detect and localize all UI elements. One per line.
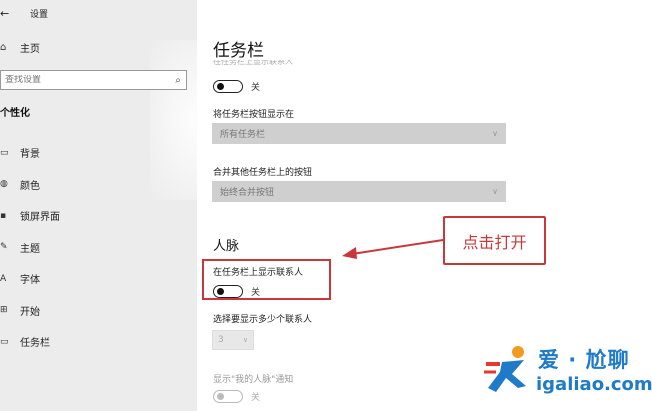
sidebar-item-themes[interactable]: ✎ 主题 — [0, 232, 197, 264]
sidebar-item-label: 颜色 — [20, 180, 40, 192]
people-heading: 人脉 — [213, 239, 240, 254]
combine-buttons-label: 合并其他任务栏上的按钮 — [213, 168, 313, 178]
back-arrow-icon[interactable]: ← — [0, 7, 14, 20]
search-icon[interactable]: ⌕ — [170, 75, 186, 86]
notify-toggle-row: 关 — [213, 390, 260, 403]
runner-logo-icon — [484, 346, 526, 392]
sidebar-item-label: 锁屏界面 — [20, 212, 60, 224]
sidebar-item-label: 背景 — [20, 149, 40, 161]
contacts-count-dropdown[interactable]: 3 ∨ — [212, 330, 254, 350]
partial-setting-label: 在任务栏上显示联系人 — [213, 60, 293, 66]
toggle-row-1: 关 — [213, 80, 260, 93]
toggle-knob — [217, 393, 224, 400]
watermark-title: 爱 · 尬聊 — [538, 348, 630, 372]
sidebar-item-start[interactable]: ⊞ 开始 — [0, 295, 197, 327]
combine-buttons-dropdown[interactable]: 始终合并按钮 ∨ — [212, 181, 506, 202]
sidebar-item-label: 字体 — [20, 275, 40, 287]
themes-icon: ✎ — [0, 242, 8, 253]
home-icon: ⌂ — [0, 42, 7, 53]
chevron-down-icon: ∨ — [492, 129, 498, 138]
toggle-knob — [217, 83, 224, 90]
watermark-logo: 爱 · 尬聊 igaliao.com — [482, 342, 652, 404]
page-title: 任务栏 — [213, 41, 264, 61]
title-bar: ← 设置 — [0, 6, 48, 20]
sidebar-nav: ▭ 背景 ◍ 颜色 ▪ 锁屏界面 ✎ 主题 A 字体 ⊞ 开始 ▭ 任务栏 — [0, 137, 197, 358]
chevron-down-icon: ∨ — [492, 187, 498, 196]
taskbar-toggle-switch[interactable] — [213, 80, 243, 93]
sidebar-item-lock-screen[interactable]: ▪ 锁屏界面 — [0, 200, 197, 232]
button-location-dropdown[interactable]: 所有任务栏 ∨ — [212, 123, 506, 144]
fonts-icon: A — [0, 273, 7, 284]
sidebar-item-home[interactable]: ⌂ 主页 — [0, 40, 40, 55]
sidebar-item-colors[interactable]: ◍ 颜色 — [0, 169, 197, 201]
colors-icon: ◍ — [0, 179, 8, 190]
notify-label: 显示"我的人脉"通知 — [213, 375, 294, 385]
taskbar-icon: ▭ — [0, 336, 9, 347]
dropdown-value: 始终合并按钮 — [220, 188, 275, 198]
dropdown-value: 所有任务栏 — [220, 130, 266, 140]
sidebar-item-label: 任务栏 — [20, 338, 50, 350]
sidebar-item-label: 主题 — [20, 243, 40, 255]
home-label: 主页 — [20, 44, 40, 55]
sidebar-item-label: 开始 — [20, 306, 40, 318]
background-icon: ▭ — [0, 147, 9, 158]
sidebar-item-taskbar[interactable]: ▭ 任务栏 — [0, 326, 197, 358]
contacts-count-label: 选择要显示多少个联系人 — [213, 315, 313, 325]
lock-screen-icon: ▪ — [0, 210, 7, 221]
button-location-label: 将任务栏按钮显示在 — [213, 110, 295, 120]
search-box[interactable]: ⌕ — [0, 70, 187, 90]
search-input[interactable] — [5, 75, 170, 85]
sidebar-item-background[interactable]: ▭ 背景 — [0, 137, 197, 169]
watermark-url: igaliao.com — [536, 374, 652, 395]
section-title: 个性化 — [0, 108, 30, 119]
window-title: 设置 — [30, 9, 49, 20]
toggle-state-label: 关 — [251, 83, 261, 93]
sidebar-item-fonts[interactable]: A 字体 — [0, 263, 197, 295]
notify-toggle[interactable] — [213, 390, 243, 403]
annotation-callout: 点击打开 — [443, 216, 546, 265]
settings-sidebar: ← 设置 ⌂ 主页 ⌕ 个性化 ▭ 背景 ◍ 颜色 ▪ 锁屏界面 ✎ 主题 A … — [0, 0, 197, 411]
start-icon: ⊞ — [0, 305, 8, 316]
dropdown-value: 3 — [218, 335, 224, 345]
highlight-box — [202, 259, 331, 300]
toggle-state-label: 关 — [251, 393, 261, 403]
chevron-down-icon: ∨ — [242, 336, 248, 344]
